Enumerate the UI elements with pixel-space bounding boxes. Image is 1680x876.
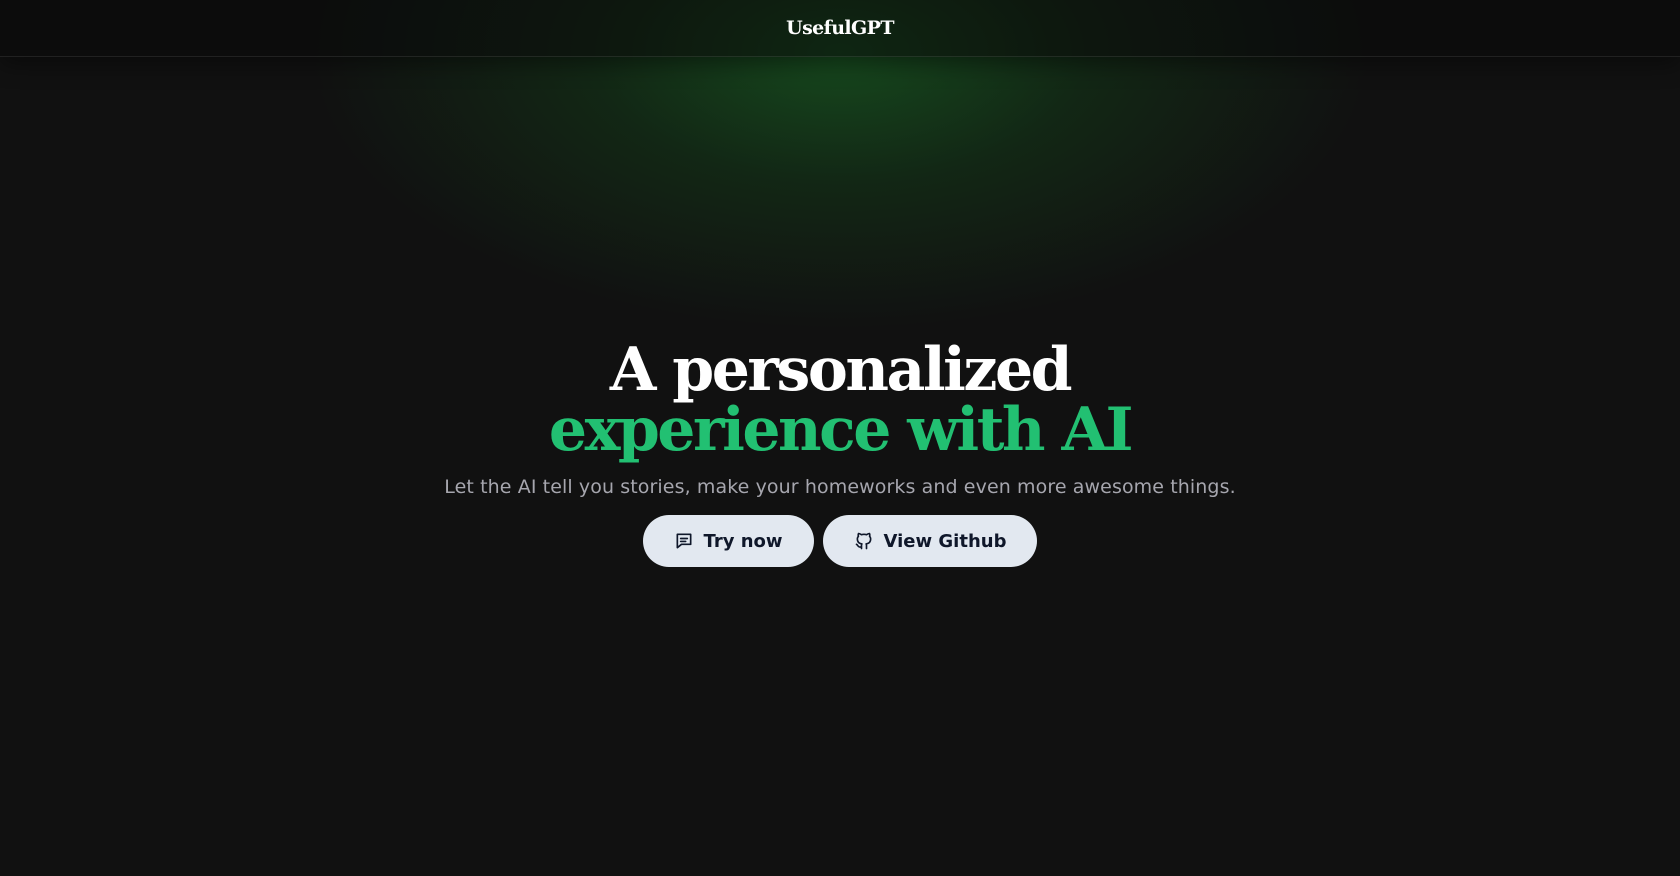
hero-actions: Try now View Github: [0, 515, 1680, 567]
view-github-button[interactable]: View Github: [822, 515, 1038, 567]
hero-headline: A personalized experience with AI: [0, 340, 1680, 460]
try-now-label: Try now: [703, 530, 783, 552]
try-now-button[interactable]: Try now: [642, 515, 814, 567]
hero-subtitle: Let the AI tell you stories, make your h…: [444, 476, 1236, 498]
headline-line-1: A personalized: [609, 335, 1073, 405]
landing-page: UsefulGPT A personalized experience with…: [0, 0, 1680, 876]
brand-logo[interactable]: UsefulGPT: [786, 17, 894, 39]
view-github-label: View Github: [883, 530, 1007, 552]
top-navbar: UsefulGPT: [0, 0, 1680, 57]
hero-section: A personalized experience with AI Let th…: [0, 340, 1680, 567]
headline-line-2: experience with AI: [548, 395, 1134, 465]
chat-icon: [674, 531, 694, 551]
github-icon: [854, 531, 874, 551]
